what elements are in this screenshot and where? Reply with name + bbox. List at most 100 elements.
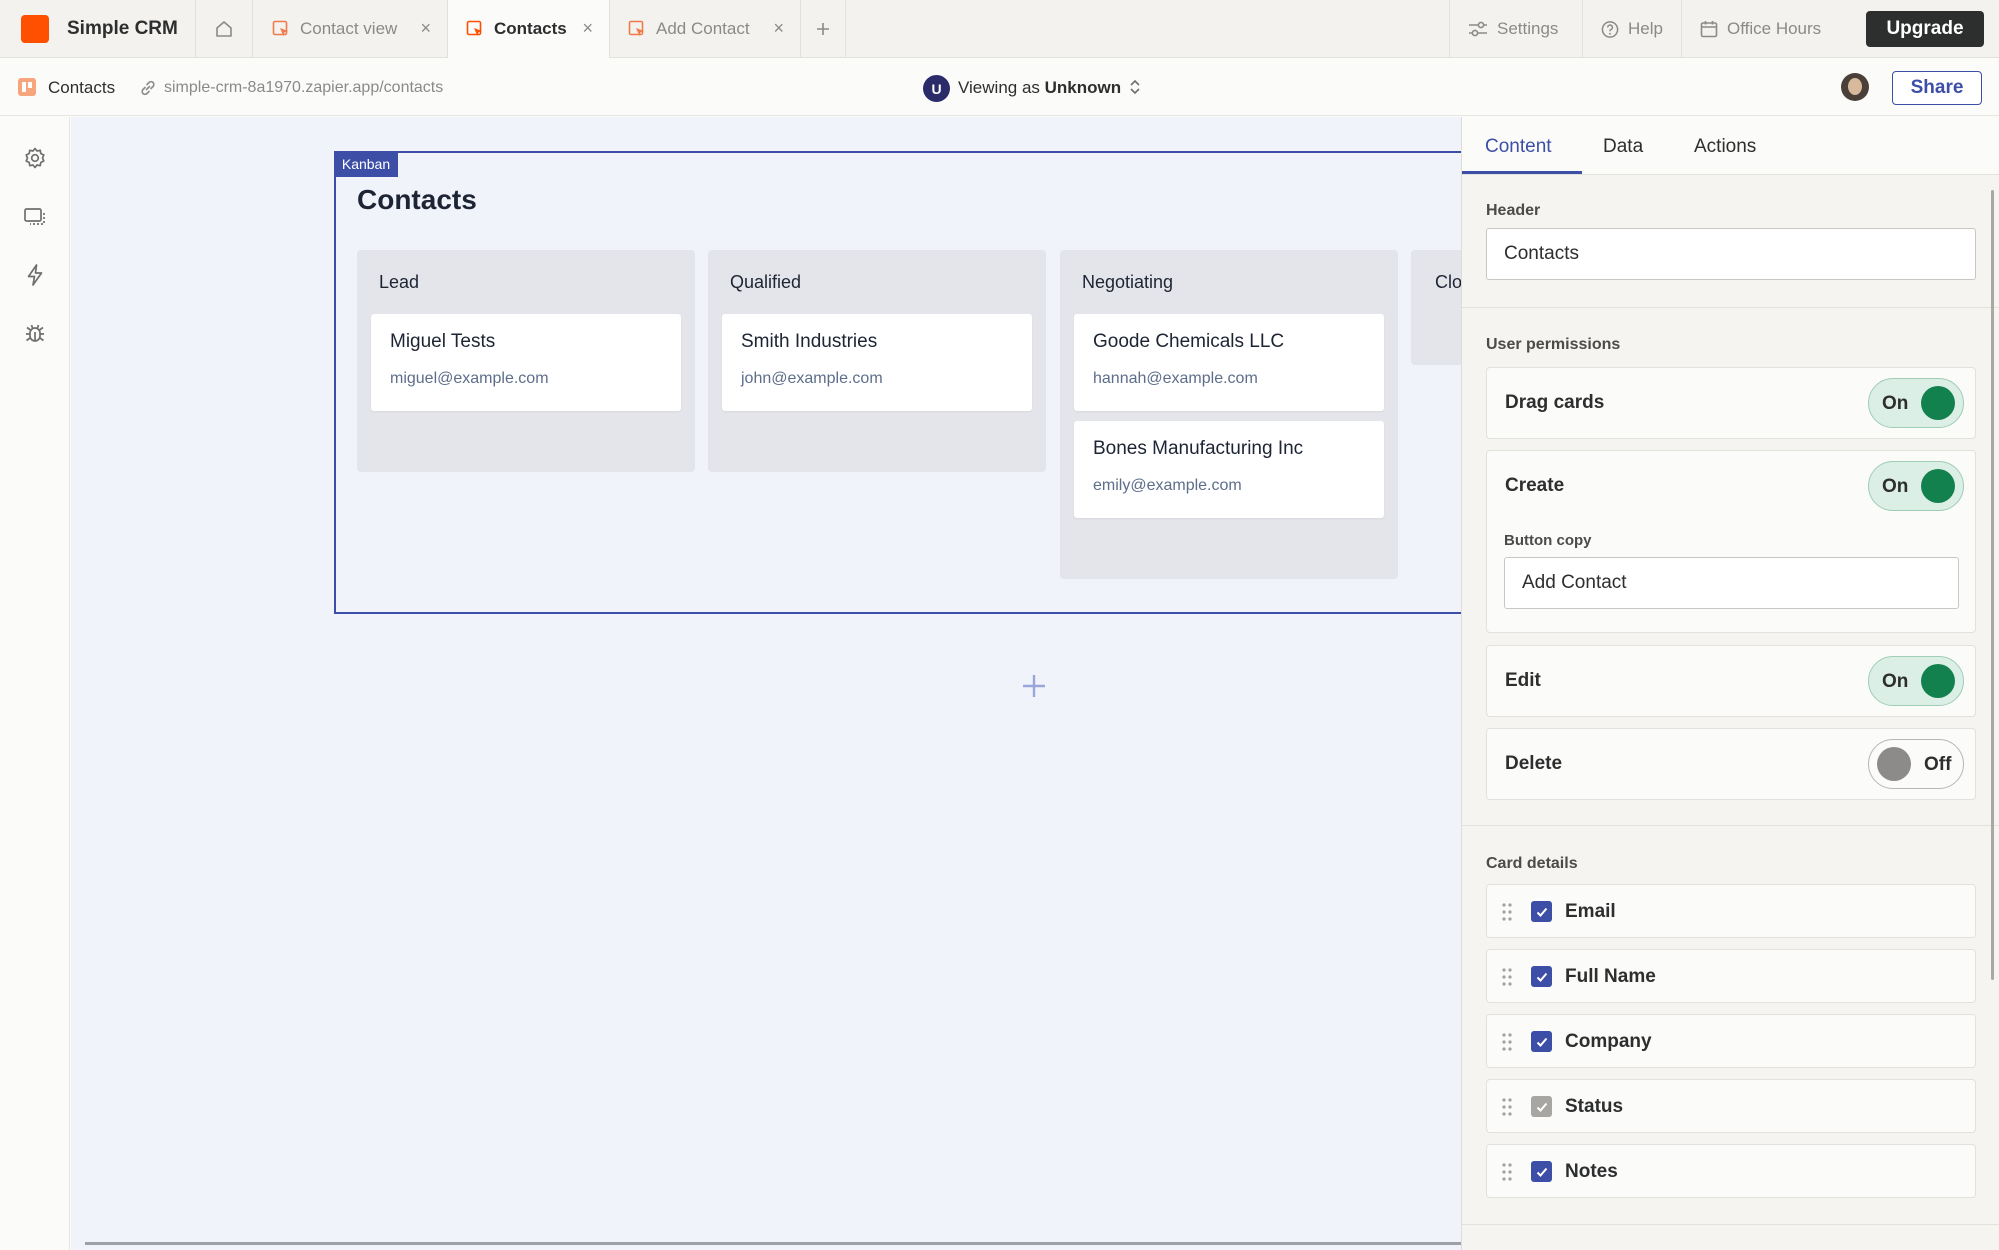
kanban-title: Contacts [357, 184, 477, 215]
button-copy-input[interactable]: Add Contact [1504, 557, 1959, 609]
page-icon [628, 20, 644, 36]
checkmark-icon [1536, 972, 1547, 982]
column-title: Lead [379, 272, 420, 292]
page-icon [18, 78, 36, 96]
chevron-updown-icon[interactable] [1128, 77, 1142, 97]
kanban-card[interactable]: Smith Industries john@example.com [722, 314, 1032, 411]
create-toggle[interactable]: On [1868, 461, 1964, 511]
toggle-state: On [1882, 476, 1909, 497]
upgrade-button[interactable]: Upgrade [1866, 11, 1984, 47]
share-button[interactable]: Share [1892, 71, 1982, 105]
app-logo[interactable] [21, 15, 49, 43]
permission-create: Create On Button copy Add Contact [1486, 450, 1976, 633]
help-icon [1601, 20, 1619, 38]
toggle-state: On [1882, 671, 1909, 692]
active-tab-indicator [1462, 171, 1582, 174]
viewing-as-selector[interactable]: Viewing as Unknown [958, 77, 1121, 99]
column-title: Qualified [730, 272, 802, 292]
close-icon[interactable]: × [420, 18, 431, 38]
settings-button[interactable]: Settings [1449, 0, 1582, 58]
drag-handle-icon[interactable] [1501, 967, 1513, 987]
edit-toggle[interactable]: On [1868, 656, 1964, 706]
rail-debug-button[interactable] [20, 319, 50, 349]
avatar[interactable] [1841, 73, 1869, 101]
permission-label: Delete [1505, 753, 1563, 774]
drag-handle-icon[interactable] [1501, 1097, 1513, 1117]
card-detail-company[interactable]: Company [1486, 1014, 1976, 1068]
new-tab-button[interactable] [801, 0, 846, 58]
permission-edit: Edit On [1486, 645, 1976, 717]
detail-label: Full Name [1565, 966, 1656, 987]
page-url-link[interactable]: simple-crm-8a1970.zapier.app/contacts [164, 77, 443, 99]
add-block-plus-icon[interactable] [1020, 672, 1048, 700]
tab-data[interactable]: Data [1603, 135, 1643, 159]
card-email: hannah@example.com [1093, 370, 1258, 387]
office-hours-button[interactable]: Office Hours [1681, 0, 1852, 58]
block-type-tag: Kanban [334, 151, 398, 177]
card-name: Goode Chemicals LLC [1093, 331, 1285, 352]
home-icon [216, 21, 232, 37]
card-detail-notes[interactable]: Notes [1486, 1144, 1976, 1198]
column-title: Negotiating [1082, 272, 1174, 292]
header-label: Header [1486, 202, 1541, 219]
tab-contact-view[interactable]: Contact view × [254, 0, 448, 58]
office-hours-label: Office Hours [1727, 19, 1822, 38]
company-checkbox[interactable] [1531, 1031, 1552, 1052]
screens-icon [24, 208, 45, 225]
kanban-column-closed[interactable]: Clo [1411, 250, 1461, 365]
rail-automations-button[interactable] [20, 260, 50, 290]
app-name[interactable]: Simple CRM [67, 16, 178, 42]
divider [1462, 307, 1999, 308]
properties-panel: Content Data Actions Header Contacts Use… [1461, 117, 1999, 1250]
tab-contacts[interactable]: Contacts × [448, 0, 610, 58]
tab-label: Contacts [494, 19, 567, 38]
permission-drag-cards: Drag cards On [1486, 367, 1976, 439]
drag-handle-icon[interactable] [1501, 1032, 1513, 1052]
tab-add-contact[interactable]: Add Contact × [610, 0, 801, 58]
rail-screens-button[interactable] [20, 202, 50, 232]
notes-checkbox[interactable] [1531, 1161, 1552, 1182]
card-detail-email[interactable]: Email [1486, 884, 1976, 938]
home-tab[interactable] [195, 0, 253, 58]
permission-delete: Delete Off [1486, 728, 1976, 800]
viewer-avatar[interactable]: U [923, 75, 950, 102]
delete-toggle[interactable]: Off [1868, 739, 1964, 789]
close-icon[interactable]: × [582, 18, 593, 38]
gear-icon [25, 147, 45, 169]
kanban-column-negotiating[interactable]: Negotiating Goode Chemicals LLC hannah@e… [1060, 250, 1398, 579]
kanban-column-lead[interactable]: Lead Miguel Tests miguel@example.com [357, 250, 695, 472]
tab-actions[interactable]: Actions [1694, 135, 1756, 159]
drag-handle-icon[interactable] [1501, 1162, 1513, 1182]
email-checkbox[interactable] [1531, 901, 1552, 922]
settings-label: Settings [1497, 19, 1559, 38]
kanban-card[interactable]: Goode Chemicals LLC hannah@example.com [1074, 314, 1384, 411]
user-permissions-label: User permissions [1486, 336, 1621, 353]
current-page-name[interactable]: Contacts [48, 77, 115, 99]
canvas-divider [85, 1242, 1461, 1245]
kanban-column-qualified[interactable]: Qualified Smith Industries john@example.… [708, 250, 1046, 472]
full-name-checkbox[interactable] [1531, 966, 1552, 987]
panel-tabs: Content Data Actions [1462, 117, 1999, 175]
rail-settings-button[interactable] [20, 143, 50, 173]
card-detail-status[interactable]: Status [1486, 1079, 1976, 1133]
detail-label: Company [1565, 1031, 1652, 1052]
tab-content[interactable]: Content [1485, 135, 1552, 159]
toggle-knob [1921, 386, 1955, 420]
viewing-role: Unknown [1044, 78, 1122, 97]
drag-handle-icon[interactable] [1501, 902, 1513, 922]
card-email: emily@example.com [1093, 477, 1242, 494]
card-detail-full-name[interactable]: Full Name [1486, 949, 1976, 1003]
link-icon[interactable] [139, 79, 157, 97]
help-button[interactable]: Help [1582, 0, 1681, 58]
drag-cards-toggle[interactable]: On [1868, 378, 1964, 428]
panel-scrollbar[interactable] [1991, 190, 1994, 980]
kanban-card[interactable]: Miguel Tests miguel@example.com [371, 314, 681, 411]
divider [1462, 825, 1999, 826]
detail-label: Notes [1565, 1161, 1618, 1182]
detail-label: Email [1565, 901, 1616, 922]
status-checkbox [1531, 1096, 1552, 1117]
close-icon[interactable]: × [773, 18, 784, 38]
header-input[interactable]: Contacts [1486, 228, 1976, 280]
page-icon [272, 20, 288, 36]
kanban-card[interactable]: Bones Manufacturing Inc emily@example.co… [1074, 421, 1384, 518]
